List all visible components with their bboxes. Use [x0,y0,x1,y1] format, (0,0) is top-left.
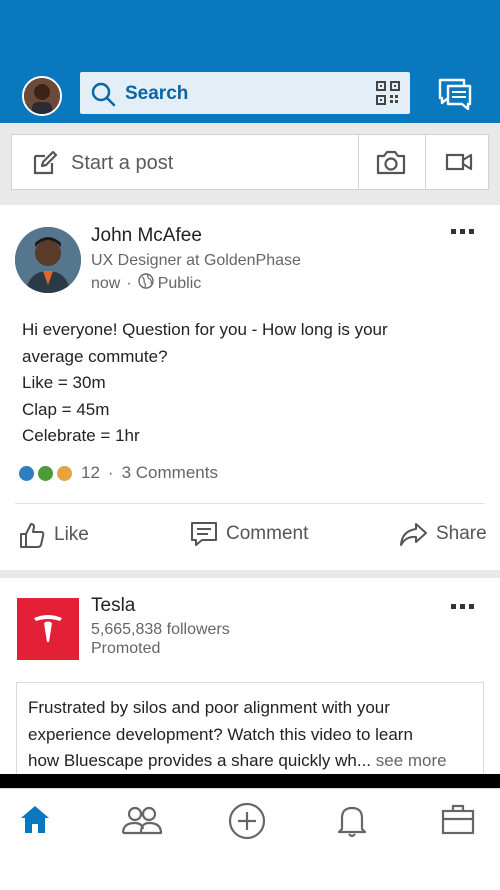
meta-separator: · [107,463,114,482]
post-text-line: Hi everyone! Question for you - How long… [22,320,388,339]
reaction-count: 12 [81,463,100,482]
jobs-briefcase-icon[interactable] [441,803,475,840]
notifications-bell-icon[interactable] [336,803,368,844]
tesla-logo[interactable] [17,598,79,660]
qr-code-icon[interactable] [376,81,400,110]
ad-text-line: Frustrated by silos and poor alignment w… [28,698,390,717]
dot [451,229,456,234]
author-avatar[interactable] [15,227,81,293]
video-preview-strip [0,774,500,788]
comment-count[interactable]: 3 Comments [122,463,218,483]
divider [358,135,359,189]
camera-icon[interactable] [376,149,406,180]
promoted-post-card: Tesla 5,665,838 followers Promoted Frust… [0,578,500,782]
start-post-input[interactable]: Start a post [71,152,173,175]
search-bar[interactable]: Search [80,72,410,114]
post-meta: now · Public [91,273,201,294]
divider [425,135,426,189]
dot [469,604,474,609]
divider [15,503,485,504]
globe-icon [137,273,154,294]
video-camera-icon[interactable] [445,151,473,178]
comment-button[interactable]: Comment [190,521,308,547]
more-options-icon[interactable] [451,229,474,234]
dot [469,229,474,234]
start-post-bar: Start a post [11,134,489,190]
like-icon [20,523,45,548]
top-bar: Search [0,0,500,123]
post-card: John McAfee UX Designer at GoldenPhase n… [0,205,500,570]
post-plus-icon[interactable] [227,802,267,848]
dot [451,604,456,609]
follower-count: 5,665,838 followers [91,621,230,638]
comment-icon [191,522,217,546]
post-text-line: Clap = 45m [22,399,110,419]
post-visibility: Public [157,274,202,292]
like-button[interactable]: Like [18,521,89,549]
author-name[interactable]: John McAfee [91,225,202,247]
post-text-line: Like = 30m [22,373,106,392]
avatar-image [24,78,60,114]
clap-reaction-icon [37,464,54,482]
celebrate-reaction-icon [56,464,73,482]
ad-text-line: how Bluescape provides a share quickly w… [28,751,372,770]
post-body: Hi everyone! Question for you - How long… [22,317,388,450]
more-options-icon[interactable] [451,604,474,609]
post-text-line: Celebrate = 1hr [22,426,140,445]
like-label: Like [54,524,89,545]
search-label: Search [125,83,189,104]
comment-label: Comment [226,523,309,544]
meta-separator: · [126,274,132,292]
search-icon [90,81,116,112]
my-network-icon[interactable] [120,803,164,842]
author-headline: UX Designer at GoldenPhase [91,252,301,269]
ad-content-box[interactable]: Frustrated by silos and poor alignment w… [16,682,484,782]
bottom-navigation [0,788,500,890]
ad-text: Frustrated by silos and poor alignment w… [28,695,447,775]
share-label: Share [436,523,487,544]
reactions-summary[interactable]: 12 · 3 Comments [18,463,218,483]
messaging-icon[interactable] [438,78,472,115]
company-name[interactable]: Tesla [91,595,135,617]
ad-text-line: experience development? Watch this video… [28,724,413,744]
see-more-link[interactable]: see more [376,751,447,770]
edit-icon[interactable] [32,150,58,181]
dot [460,229,465,234]
share-button[interactable]: Share [398,521,487,547]
tesla-logo-icon [34,615,62,642]
share-icon [400,523,427,546]
promoted-label: Promoted [91,640,161,657]
profile-avatar[interactable] [22,76,62,116]
like-reaction-icon [18,464,35,482]
post-time: now [91,274,121,292]
author-photo [15,227,81,293]
post-text-line: average commute? [22,346,168,366]
dot [460,604,465,609]
home-icon[interactable] [18,803,52,842]
